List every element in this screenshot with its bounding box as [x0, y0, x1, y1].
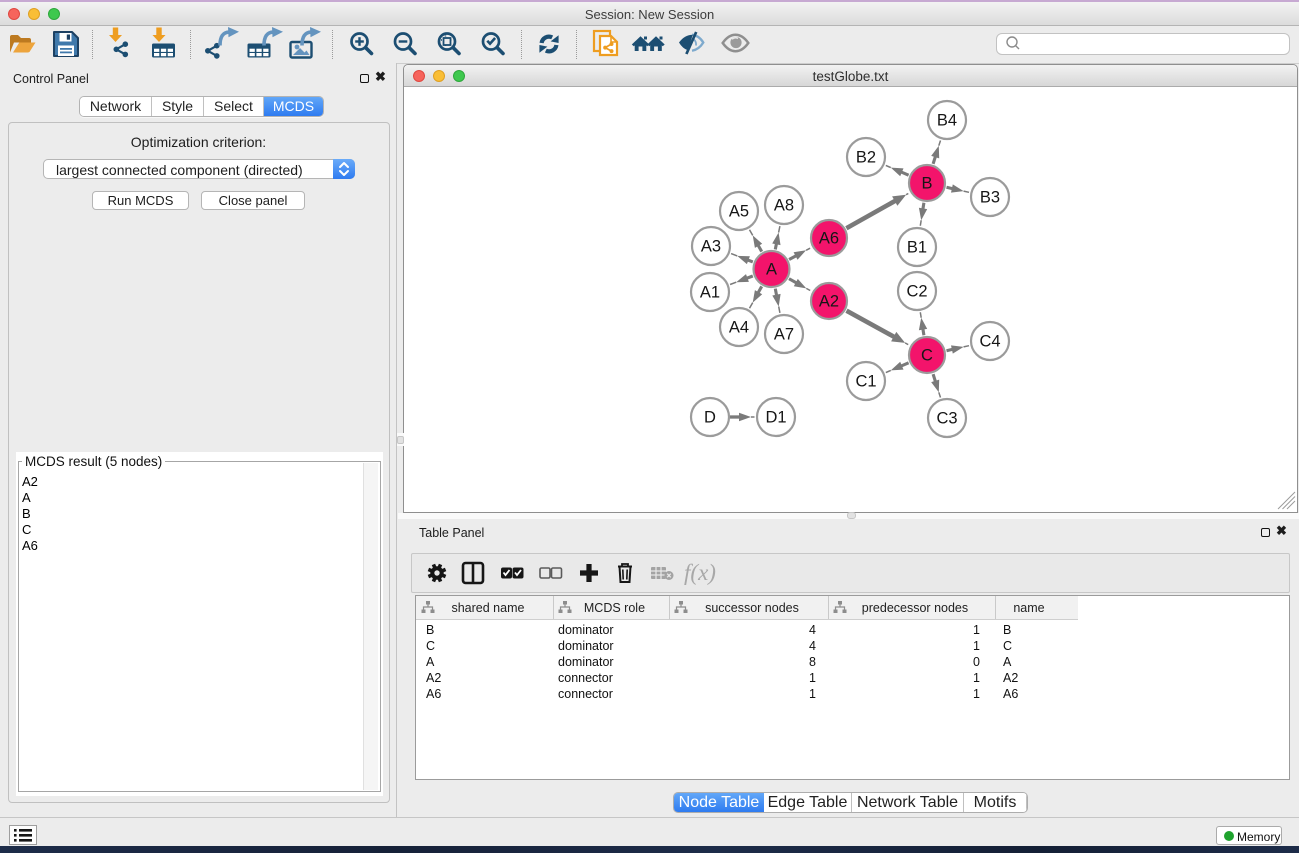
svg-text:A1: A1: [700, 284, 720, 302]
svg-text:B4: B4: [937, 112, 957, 130]
svg-text:A: A: [766, 261, 777, 279]
svg-text:C4: C4: [979, 333, 1000, 351]
svg-text:A5: A5: [729, 203, 749, 221]
svg-text:A6: A6: [819, 230, 839, 248]
svg-text:A3: A3: [701, 238, 721, 256]
svg-text:A7: A7: [774, 326, 794, 344]
svg-text:A2: A2: [819, 293, 839, 311]
svg-text:B: B: [921, 175, 932, 193]
svg-text:B3: B3: [980, 189, 1000, 207]
svg-text:C3: C3: [936, 410, 957, 428]
svg-text:C1: C1: [855, 373, 876, 391]
svg-text:A4: A4: [729, 319, 749, 337]
svg-text:B1: B1: [907, 239, 927, 257]
svg-text:C2: C2: [906, 283, 927, 301]
svg-text:D: D: [704, 409, 716, 427]
svg-text:B2: B2: [856, 149, 876, 167]
svg-text:C: C: [921, 347, 933, 365]
svg-text:D1: D1: [765, 409, 786, 427]
svg-text:A8: A8: [774, 197, 794, 215]
svg-text:f(x): f(x): [684, 560, 716, 585]
